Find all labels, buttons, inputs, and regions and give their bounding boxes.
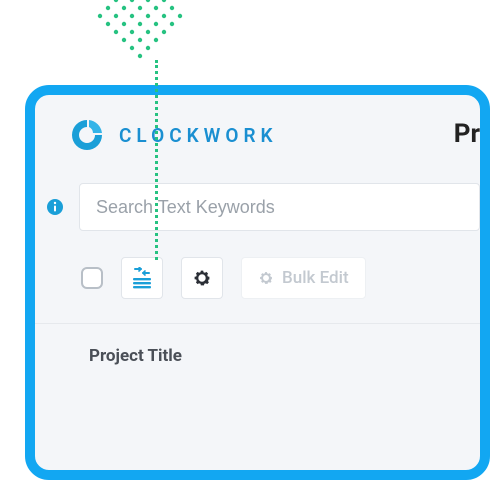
app-window: CLOCKWORK Pr: [25, 85, 490, 480]
logo-text: CLOCKWORK: [119, 124, 278, 147]
toolbar: Bulk Edit: [35, 239, 480, 317]
app-header: CLOCKWORK Pr: [35, 95, 480, 175]
page-title: Pr: [454, 119, 480, 149]
bulk-edit-button[interactable]: Bulk Edit: [241, 257, 366, 299]
info-icon[interactable]: [43, 198, 67, 216]
columns-button[interactable]: [121, 257, 163, 299]
column-header-project-title[interactable]: Project Title: [35, 324, 480, 366]
search-input[interactable]: [79, 183, 480, 231]
bulk-edit-label: Bulk Edit: [282, 268, 349, 288]
columns-icon: [130, 267, 154, 289]
logo-icon: [69, 117, 105, 153]
decor-dotted-line: [155, 60, 158, 260]
search-row: [35, 175, 480, 239]
gear-icon: [192, 268, 212, 288]
select-all-checkbox[interactable]: [81, 267, 103, 289]
gear-icon: [258, 270, 274, 286]
settings-button[interactable]: [181, 257, 223, 299]
